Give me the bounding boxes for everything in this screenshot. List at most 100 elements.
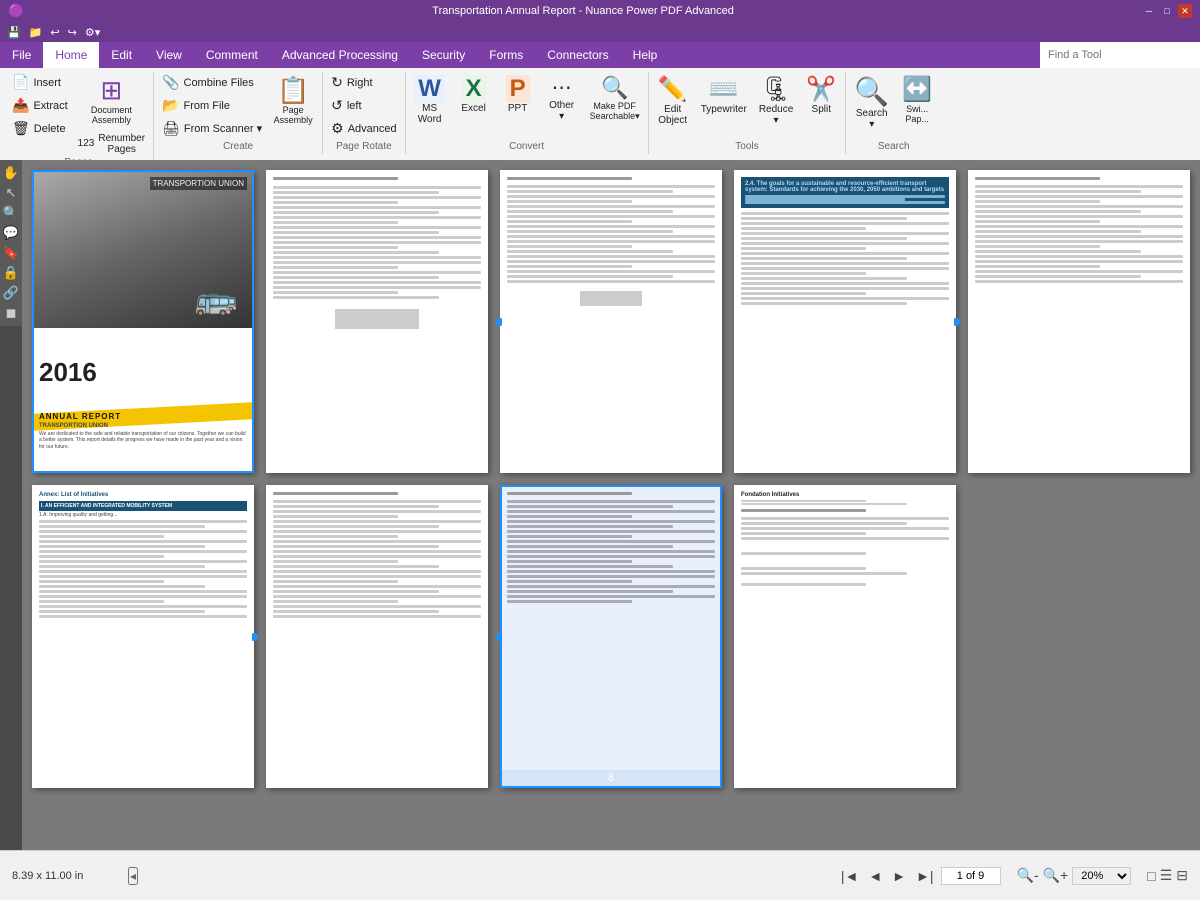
from-file-button[interactable]: 📂 From File xyxy=(158,95,266,116)
insert-button[interactable]: 📄 Insert xyxy=(8,72,72,93)
last-page-btn[interactable]: ►| xyxy=(913,866,937,886)
find-tool-input[interactable] xyxy=(1040,42,1200,68)
from-scanner-button[interactable]: 🖨 From Scanner ▾ xyxy=(158,118,266,139)
undo-quick-btn[interactable]: ↩ xyxy=(47,25,62,40)
rotate-advanced-label: Advanced xyxy=(348,123,397,135)
close-button[interactable]: ✕ xyxy=(1178,4,1192,18)
ribbon-group-pages: 📄 Insert 📤 Extract 🗑 Delete ⊞ DocumentAs… xyxy=(4,72,154,170)
excel-button[interactable]: X Excel xyxy=(454,72,494,117)
save-quick-btn[interactable]: 💾 xyxy=(4,25,24,40)
menu-advanced-processing[interactable]: Advanced Processing xyxy=(270,42,410,68)
page-num-4: 4 xyxy=(736,455,954,471)
page-thumb-7[interactable]: 7 xyxy=(266,485,488,788)
select-tool-icon[interactable]: ↖ xyxy=(2,184,20,202)
page-num-2: 2 xyxy=(268,455,486,471)
page-indicator: 1 of 9 xyxy=(941,867,1001,885)
navigation-controls: |◄ ◄ ► ►| 1 of 9 xyxy=(838,866,1001,886)
edit-object-label: EditObject xyxy=(658,104,687,126)
maximize-button[interactable]: □ xyxy=(1160,4,1174,18)
menu-comment[interactable]: Comment xyxy=(194,42,270,68)
extract-button[interactable]: 📤 Extract xyxy=(8,95,72,116)
menu-connectors[interactable]: Connectors xyxy=(535,42,620,68)
menu-security[interactable]: Security xyxy=(410,42,477,68)
menu-edit[interactable]: Edit xyxy=(99,42,144,68)
customize-quick-btn[interactable]: ⚙▾ xyxy=(82,25,103,40)
hand-tool-icon[interactable]: ✋ xyxy=(2,164,20,182)
prev-page-btn[interactable]: ◄ xyxy=(865,866,885,886)
two-page-view-btn[interactable]: ⊟ xyxy=(1176,867,1188,884)
make-pdf-label: Make PDFSearchable▾ xyxy=(590,101,640,122)
zoom-select[interactable]: 10% 15% 20% 25% 50% 75% 100% xyxy=(1072,867,1131,885)
swipe-pages-button[interactable]: ↔️ Swi...Pap... xyxy=(897,72,937,127)
ms-word-label: MSWord xyxy=(418,103,442,125)
first-page-btn[interactable]: |◄ xyxy=(838,866,862,886)
bookmark-icon[interactable]: 🔖 xyxy=(2,244,20,262)
quick-access-toolbar: 💾 📁 ↩ ↪ ⚙▾ xyxy=(0,22,1200,42)
zoom-out-btn[interactable]: 🔍- xyxy=(1017,867,1039,884)
insert-label: Insert xyxy=(33,77,61,89)
ms-word-button[interactable]: W MSWord xyxy=(410,72,450,128)
renumber-icon: 123 xyxy=(78,138,95,149)
redo-quick-btn[interactable]: ↪ xyxy=(65,25,80,40)
other-button[interactable]: ⋯ Other▾ xyxy=(542,72,582,125)
page-thumb-9[interactable]: Fondation Initiatives xyxy=(734,485,956,788)
renumber-pages-button[interactable]: 123 RenumberPages xyxy=(74,131,149,157)
document-assembly-button[interactable]: ⊞ DocumentAssembly xyxy=(84,72,139,129)
rotate-advanced-button[interactable]: ⚙ Advanced xyxy=(327,118,401,139)
insert-icon: 📄 xyxy=(12,74,29,91)
open-quick-btn[interactable]: 📁 xyxy=(26,25,46,40)
page-thumb-6[interactable]: Annex: List of Initiatives I. AN EFFICIE… xyxy=(32,485,254,788)
page-thumb-5[interactable]: 5 xyxy=(968,170,1190,473)
page-thumb-8[interactable]: 8 xyxy=(500,485,722,788)
comment-icon[interactable]: 💬 xyxy=(2,224,20,242)
minimize-button[interactable]: ─ xyxy=(1142,4,1156,18)
ppt-button[interactable]: P PPT xyxy=(498,72,538,117)
page-thumb-2[interactable]: 2 xyxy=(266,170,488,473)
edit-object-icon: ✏️ xyxy=(658,75,688,104)
page-thumb-4[interactable]: 2.4. The goals for a sustainable and res… xyxy=(734,170,956,473)
page-num-9: 9 xyxy=(736,770,954,786)
make-pdf-button[interactable]: 🔍 Make PDFSearchable▾ xyxy=(586,72,644,125)
next-page-btn[interactable]: ► xyxy=(889,866,909,886)
menu-view[interactable]: View xyxy=(144,42,194,68)
other-label: Other▾ xyxy=(549,100,574,122)
stamp-icon[interactable]: 🔒 xyxy=(2,264,20,282)
renumber-label: RenumberPages xyxy=(98,133,145,155)
page-num-1: 1 xyxy=(34,455,252,471)
split-button[interactable]: ✂️ Split xyxy=(801,72,841,118)
typewriter-label: Typewriter xyxy=(701,104,747,115)
link-icon[interactable]: 🔗 xyxy=(2,284,20,302)
ribbon-group-tools: ✏️ EditObject ⌨️ Typewriter 🗜 Reduce▾ ✂️… xyxy=(649,72,847,154)
menu-forms[interactable]: Forms xyxy=(477,42,535,68)
page-assembly-button[interactable]: 📋 PageAssembly xyxy=(268,72,318,129)
ribbon-group-search: 🔍 Search▾ ↔️ Swi...Pap... Search xyxy=(846,72,941,154)
search-button[interactable]: 🔍 Search▾ xyxy=(850,72,893,133)
combine-label: Combine Files xyxy=(184,77,254,89)
typewriter-button[interactable]: ⌨️ Typewriter xyxy=(697,72,751,118)
menu-file[interactable]: File xyxy=(0,42,43,68)
rotate-right-button[interactable]: ↻ Right xyxy=(327,72,401,93)
doc-assembly-icon: ⊞ xyxy=(100,75,122,106)
page-thumb-3[interactable]: 3 xyxy=(500,170,722,473)
ms-word-icon: W xyxy=(414,75,445,103)
extract-label: Extract xyxy=(33,100,67,112)
menu-home[interactable]: Home xyxy=(43,42,99,68)
from-scanner-icon: 🖨 xyxy=(162,120,180,137)
edit-object-button[interactable]: ✏️ EditObject xyxy=(653,72,693,129)
delete-button[interactable]: 🗑 Delete xyxy=(8,118,72,139)
continuous-view-btn[interactable]: ☰ xyxy=(1160,867,1173,884)
page-thumb-1[interactable]: 🚌 TRANSPORTION UNION 2016 ANNUAL REPORT … xyxy=(32,170,254,473)
ppt-label: PPT xyxy=(508,103,527,114)
rotate-left-button[interactable]: ↺ left xyxy=(327,95,401,116)
redact-icon[interactable]: ◼ xyxy=(2,304,20,322)
create-group-label: Create xyxy=(158,141,318,154)
combine-files-button[interactable]: 📎 Combine Files xyxy=(158,72,266,93)
zoom-in-btn[interactable]: 🔍+ xyxy=(1043,867,1069,884)
menu-help[interactable]: Help xyxy=(621,42,670,68)
scroll-left-btn[interactable]: ◂ xyxy=(128,867,138,885)
single-page-view-btn[interactable]: □ xyxy=(1147,867,1155,884)
zoom-icon[interactable]: 🔍 xyxy=(2,204,20,222)
reduce-button[interactable]: 🗜 Reduce▾ xyxy=(755,72,797,129)
pages-grid: 🚌 TRANSPORTION UNION 2016 ANNUAL REPORT … xyxy=(32,170,1190,798)
document-area[interactable]: 🚌 TRANSPORTION UNION 2016 ANNUAL REPORT … xyxy=(22,160,1200,850)
